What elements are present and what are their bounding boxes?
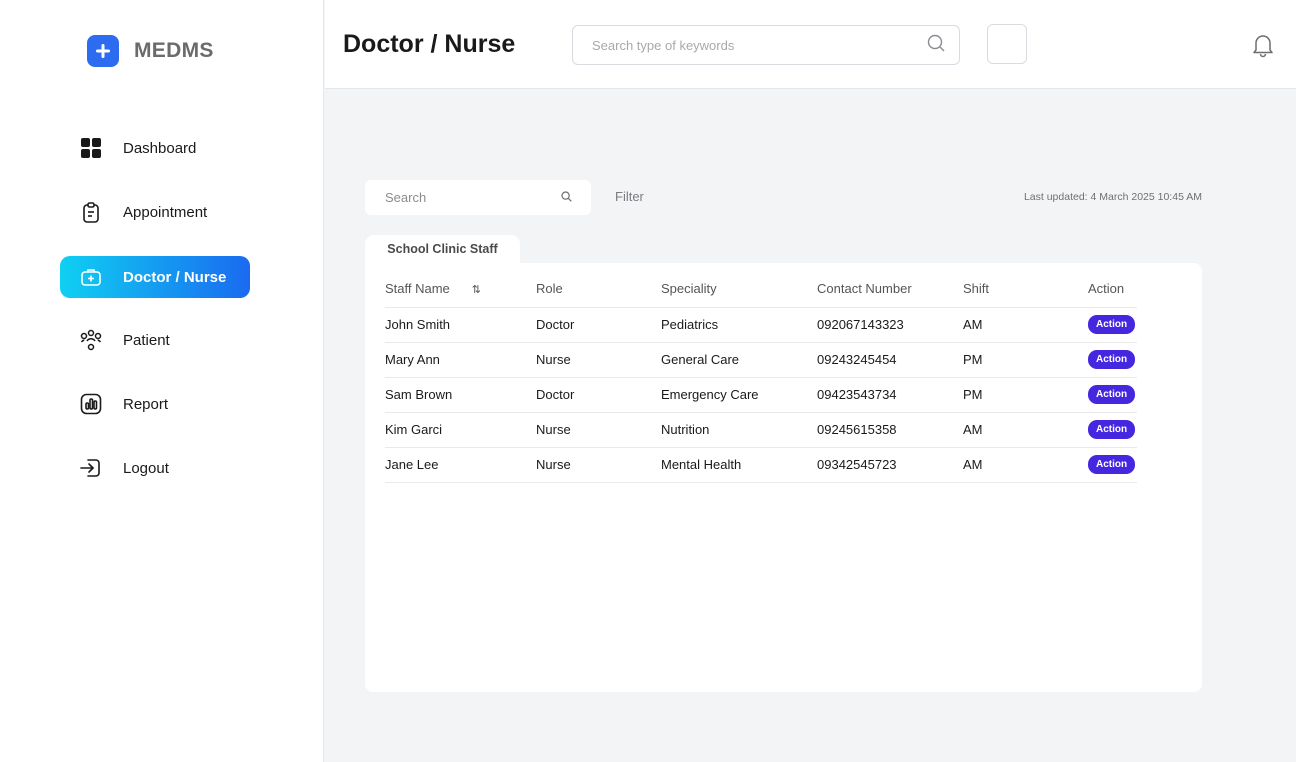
cell-contact-number: 09342545723 bbox=[817, 447, 963, 483]
clipboard-icon bbox=[80, 201, 102, 223]
cell-action: Action bbox=[1088, 447, 1137, 483]
cell-speciality: Mental Health bbox=[661, 447, 817, 483]
sidebar-item-report[interactable]: Report bbox=[60, 383, 250, 425]
table-row: Mary Ann Nurse General Care 09243245454 … bbox=[385, 342, 1137, 378]
brand-logo[interactable]: MEDMS bbox=[87, 35, 214, 67]
table-row: Jane Lee Nurse Mental Health 09342545723… bbox=[385, 447, 1137, 483]
table-search[interactable] bbox=[365, 180, 591, 215]
sidebar-item-appointment[interactable]: Appointment bbox=[60, 191, 250, 233]
grid-icon bbox=[80, 137, 102, 159]
sidebar-item-label: Logout bbox=[123, 459, 169, 477]
cell-action: Action bbox=[1088, 307, 1137, 343]
last-updated-text: Last updated: 4 March 2025 10:45 AM bbox=[1023, 191, 1202, 203]
cell-speciality: Emergency Care bbox=[661, 377, 817, 413]
cell-role: Doctor bbox=[536, 307, 661, 343]
column-header-role: Role bbox=[536, 271, 661, 308]
page-title: Doctor / Nurse bbox=[343, 30, 516, 58]
cell-staff-name: Sam Brown bbox=[385, 377, 536, 413]
chart-icon bbox=[80, 393, 102, 415]
logout-icon bbox=[80, 457, 102, 479]
top-header: Doctor / Nurse bbox=[325, 0, 1296, 89]
table-search-input[interactable] bbox=[385, 190, 561, 205]
sidebar-item-logout[interactable]: Logout bbox=[60, 447, 250, 489]
cell-staff-name: Kim Garci bbox=[385, 412, 536, 448]
sidebar-item-label: Appointment bbox=[123, 203, 208, 221]
table-row: Sam Brown Doctor Emergency Care 09423543… bbox=[385, 377, 1137, 413]
cell-staff-name: Mary Ann bbox=[385, 342, 536, 378]
sidebar-item-label: Doctor / Nurse bbox=[123, 268, 227, 286]
action-button[interactable]: Action bbox=[1088, 420, 1136, 439]
sidebar: MEDMS Dashboard Appointment Doctor / Nur… bbox=[0, 0, 324, 762]
cell-staff-name: Jane Lee bbox=[385, 447, 536, 483]
table-row: Kim Garci Nurse Nutrition 09245615358 AM… bbox=[385, 412, 1137, 448]
sidebar-item-label: Dashboard bbox=[123, 139, 197, 157]
global-search[interactable] bbox=[572, 25, 960, 65]
cell-role: Nurse bbox=[536, 447, 661, 483]
cell-speciality: Nutrition bbox=[661, 412, 817, 448]
search-icon[interactable] bbox=[927, 34, 945, 57]
cell-shift: PM bbox=[963, 342, 1088, 378]
plus-icon bbox=[87, 35, 119, 67]
cell-action: Action bbox=[1088, 377, 1137, 413]
people-icon bbox=[80, 329, 102, 351]
cell-speciality: General Care bbox=[661, 342, 817, 378]
action-button[interactable]: Action bbox=[1088, 350, 1136, 369]
cell-shift: AM bbox=[963, 412, 1088, 448]
cell-contact-number: 09245615358 bbox=[817, 412, 963, 448]
column-header-speciality: Speciality bbox=[661, 271, 817, 308]
cell-contact-number: 09243245454 bbox=[817, 342, 963, 378]
cell-action: Action bbox=[1088, 412, 1137, 448]
sidebar-item-doctor-nurse[interactable]: Doctor / Nurse bbox=[60, 256, 250, 298]
cell-speciality: Pediatrics bbox=[661, 307, 817, 343]
sidebar-item-dashboard[interactable]: Dashboard bbox=[60, 127, 250, 169]
sidebar-item-label: Patient bbox=[123, 331, 170, 349]
action-button[interactable]: Action bbox=[1088, 455, 1136, 474]
cell-shift: PM bbox=[963, 377, 1088, 413]
cell-shift: AM bbox=[963, 447, 1088, 483]
column-header-staff-name[interactable]: Staff Name ⇅ bbox=[385, 271, 536, 308]
cell-role: Nurse bbox=[536, 342, 661, 378]
staff-table-card: Staff Name ⇅ Role Speciality Contact Numb… bbox=[365, 263, 1202, 692]
medkit-icon bbox=[80, 266, 102, 288]
search-icon[interactable] bbox=[561, 189, 572, 207]
table-row: John Smith Doctor Pediatrics 09206714332… bbox=[385, 307, 1137, 343]
table-header-row: Staff Name ⇅ Role Speciality Contact Numb… bbox=[385, 271, 1137, 308]
global-search-input[interactable] bbox=[592, 37, 927, 53]
brand-name: MEDMS bbox=[134, 39, 214, 62]
action-button[interactable]: Action bbox=[1088, 385, 1136, 404]
column-header-contact-number: Contact Number bbox=[817, 271, 963, 308]
cell-contact-number: 09423543734 bbox=[817, 377, 963, 413]
column-header-action: Action bbox=[1088, 271, 1137, 308]
sort-icon[interactable]: ⇅ bbox=[472, 283, 481, 296]
cell-staff-name: John Smith bbox=[385, 307, 536, 343]
action-button[interactable]: Action bbox=[1088, 315, 1136, 334]
sidebar-item-patient[interactable]: Patient bbox=[60, 319, 250, 361]
staff-table: Staff Name ⇅ Role Speciality Contact Numb… bbox=[385, 271, 1137, 483]
cell-role: Nurse bbox=[536, 412, 661, 448]
filter-button[interactable]: Filter bbox=[615, 189, 644, 204]
cell-shift: AM bbox=[963, 307, 1088, 343]
bell-icon[interactable] bbox=[1250, 32, 1276, 58]
cell-role: Doctor bbox=[536, 377, 661, 413]
header-square-button[interactable] bbox=[987, 24, 1027, 64]
sidebar-item-label: Report bbox=[123, 395, 169, 413]
cell-contact-number: 092067143323 bbox=[817, 307, 963, 343]
column-header-shift: Shift bbox=[963, 271, 1088, 308]
cell-action: Action bbox=[1088, 342, 1137, 378]
